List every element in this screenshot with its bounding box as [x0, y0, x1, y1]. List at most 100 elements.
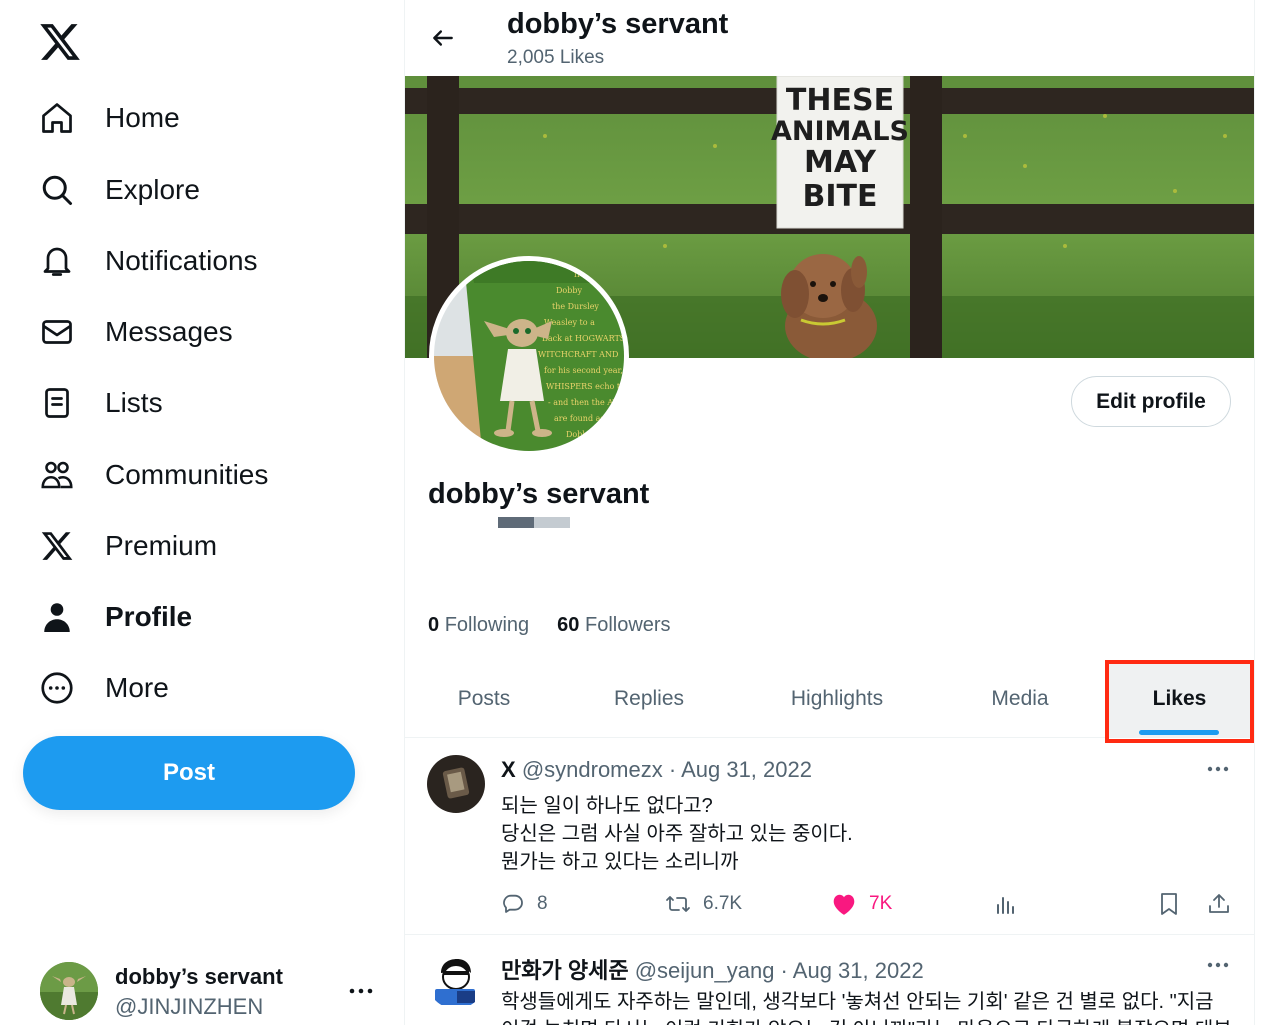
envelope-icon: [35, 310, 79, 354]
tab-replies[interactable]: Replies: [563, 660, 735, 738]
following-label: Following: [444, 614, 530, 636]
nav-communities[interactable]: Communities: [38, 451, 268, 499]
tweet-text-line: 이걸 놓치면 다시는 이런 기회가 않으는 건 아닌까"라는 마음으로 다급하게…: [501, 1013, 1232, 1025]
tab-posts[interactable]: Posts: [405, 660, 563, 738]
followers-link[interactable]: 60 Followers: [557, 614, 670, 637]
analytics-icon: [997, 897, 1014, 914]
share-icon: [1209, 894, 1229, 913]
account-switcher[interactable]: dobby’s servant @JINJINZHEN: [38, 960, 388, 1024]
account-handle: @JINJINZHEN: [115, 994, 264, 1019]
follow-stats: 0 Following 60 Followers: [428, 614, 671, 637]
tweet-author-name[interactable]: X: [501, 757, 516, 782]
views-button[interactable]: [995, 887, 1017, 921]
redacted-handle: [498, 517, 570, 528]
tweet-text-line: 학생들에게도 자주하는 말인데, 생각보다 '놓쳐선 안되는 기회' 같은 건 …: [501, 991, 1214, 1013]
more-icon[interactable]: [1201, 950, 1235, 980]
left-sidebar: Home Explore Notifications Messages List…: [0, 0, 404, 1025]
reply-button[interactable]: 8: [501, 887, 548, 921]
more-circle-icon: [35, 666, 79, 710]
svg-text:Back at HOGWARTS: Back at HOGWARTS: [542, 334, 624, 343]
nav-messages-label: Messages: [105, 316, 233, 347]
more-icon[interactable]: [1201, 754, 1235, 784]
avatar: [40, 962, 98, 1020]
nav-profile[interactable]: Profile: [38, 593, 192, 641]
nav-explore[interactable]: Explore: [38, 166, 200, 214]
tweet-author-avatar[interactable]: [427, 755, 485, 813]
tweet-author-name[interactable]: 만화가 양세준: [501, 958, 629, 983]
reply-icon: [503, 894, 523, 913]
sign-line-3: MAY: [804, 145, 877, 180]
tweet[interactable]: X @syndromezx · Aug 31, 2022 되는 일이 하나도 없…: [405, 739, 1254, 935]
like-count: 7K: [869, 893, 893, 914]
reply-count: 8: [537, 893, 548, 914]
share-button[interactable]: [1207, 887, 1231, 921]
followers-label: Followers: [584, 614, 671, 636]
likes-count: 2,005 Likes: [507, 47, 605, 68]
profile-avatar[interactable]: from Dobby the Dursley Weasley to a Back…: [429, 256, 629, 456]
nav-home-label: Home: [105, 102, 180, 133]
post-button[interactable]: Post: [23, 736, 355, 810]
profile-name: dobby’s servant: [428, 478, 650, 510]
like-button[interactable]: 7K: [831, 887, 892, 921]
sign-line-1: THESE: [786, 83, 894, 118]
nav-more[interactable]: More: [38, 664, 169, 712]
repost-icon: [666, 896, 690, 912]
following-count: 0: [428, 614, 440, 636]
tab-highlights[interactable]: Highlights: [735, 660, 939, 738]
nav-explore-label: Explore: [105, 174, 200, 205]
nav-lists-label: Lists: [105, 387, 163, 418]
dog-photo: [781, 254, 877, 358]
nav-messages[interactable]: Messages: [38, 308, 233, 356]
svg-text:are found as P: are found as P: [554, 414, 613, 423]
svg-text:WITCHCRAFT AND: WITCHCRAFT AND: [538, 350, 618, 359]
page-title: dobby’s servant: [507, 8, 729, 40]
tweet-header: X @syndromezx · Aug 31, 2022: [501, 757, 812, 783]
tweet-handle-date[interactable]: @seijun_yang · Aug 31, 2022: [635, 958, 924, 983]
svg-text:the Dursley: the Dursley: [552, 302, 599, 311]
tweet-text-line: 되는 일이 하나도 없다고?: [501, 795, 713, 817]
people-icon: [35, 453, 79, 497]
more-icon[interactable]: [346, 976, 376, 1006]
nav-premium[interactable]: Premium: [38, 522, 217, 570]
search-icon: [35, 168, 79, 212]
repost-count: 6.7K: [703, 893, 743, 914]
following-link[interactable]: 0 Following: [428, 614, 529, 637]
account-name: dobby’s servant: [115, 964, 283, 989]
main-column: dobby’s servant 2,005 Likes THESE ANIMAL…: [404, 0, 1255, 1025]
bookmark-button[interactable]: [1158, 887, 1180, 921]
sign-line-2: ANIMALS: [771, 116, 909, 147]
nav-notifications-label: Notifications: [105, 245, 258, 276]
nav-more-label: More: [105, 672, 169, 703]
tweet-author-avatar[interactable]: [427, 951, 485, 1009]
back-arrow-icon[interactable]: [423, 18, 463, 58]
repost-button[interactable]: 6.7K: [665, 887, 742, 921]
person-icon: [35, 595, 79, 639]
svg-text:for his second year, H: for his second year, H: [544, 366, 624, 375]
nav-lists[interactable]: Lists: [38, 379, 163, 427]
annotation-highlight-box: [1105, 660, 1254, 743]
x-logo-icon[interactable]: [38, 20, 82, 64]
nav-notifications[interactable]: Notifications: [38, 237, 258, 285]
tab-media[interactable]: Media: [939, 660, 1101, 738]
tweet-text-line: 당신은 그럼 사실 아주 잘하고 있는 중이다.: [501, 823, 853, 845]
tweet-text-line: 뭔가는 하고 있다는 소리니까: [501, 851, 739, 873]
nav-home[interactable]: Home: [38, 94, 180, 142]
svg-text:- and then the AT: - and then the AT: [548, 398, 619, 407]
svg-text:Dobby: Dobby: [556, 286, 582, 295]
edit-profile-button[interactable]: Edit profile: [1071, 376, 1231, 427]
list-icon: [35, 381, 79, 425]
x-logo-icon: [35, 524, 79, 568]
tweet-handle-date[interactable]: @syndromezx · Aug 31, 2022: [522, 757, 812, 782]
tweet-header: 만화가 양세준 @seijun_yang · Aug 31, 2022: [501, 953, 924, 985]
profile-header-bar: dobby’s servant 2,005 Likes: [405, 0, 1254, 76]
followers-count: 60: [557, 614, 580, 636]
nav-premium-label: Premium: [105, 530, 218, 561]
svg-text:Dobby: Dobby: [566, 430, 592, 439]
bell-icon: [35, 239, 79, 283]
sign-line-4: BITE: [803, 179, 878, 214]
heart-icon: [833, 894, 855, 915]
bookmark-icon: [1161, 893, 1177, 915]
nav-communities-label: Communities: [105, 459, 269, 490]
nav-profile-label: Profile: [105, 601, 193, 632]
tweet[interactable]: 만화가 양세준 @seijun_yang · Aug 31, 2022 학생들에…: [405, 935, 1254, 1025]
